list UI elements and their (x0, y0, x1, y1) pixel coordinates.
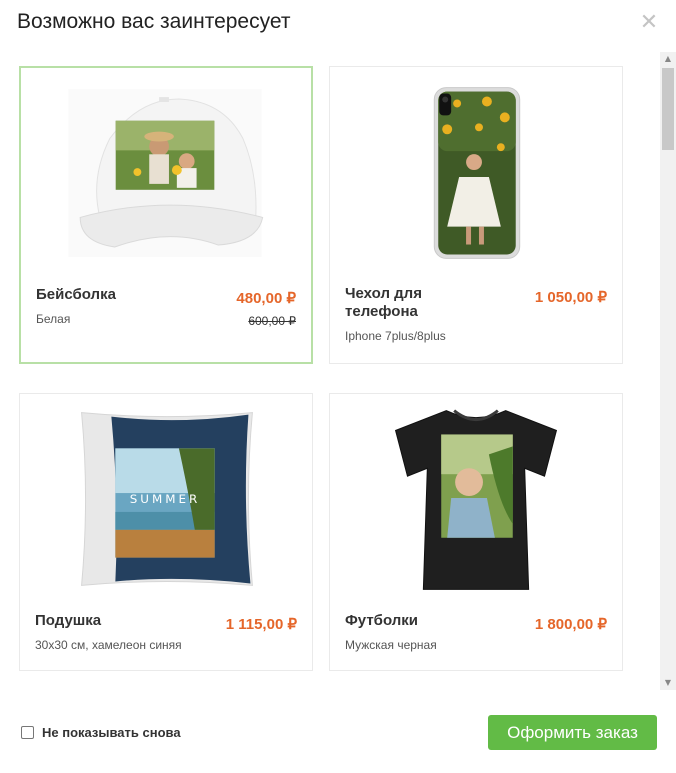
product-card-pillow[interactable]: SUMMER Подушка 30х30 см, хамелеон синяя … (19, 393, 313, 671)
product-variant: Белая (36, 312, 71, 326)
product-old-price: 600,00 ₽ (248, 314, 296, 328)
phone-case-photo-image (433, 87, 521, 259)
product-name: Чехол для телефона (345, 285, 422, 320)
dont-show-again-option[interactable]: Не показывать снова (21, 725, 181, 740)
modal-title: Возможно вас заинтересует (17, 10, 291, 33)
close-icon[interactable]: ✕ (638, 12, 660, 34)
product-name: Футболки (345, 612, 418, 629)
product-variant: Iphone 7plus/8plus (345, 329, 446, 343)
dont-show-again-checkbox[interactable] (21, 726, 34, 739)
product-card-cap[interactable]: Бейсболка Белая 480,00 ₽ 600,00 ₽ (19, 66, 313, 364)
dont-show-again-label: Не показывать снова (42, 725, 181, 740)
product-variant: Мужская черная (345, 638, 437, 652)
product-name: Подушка (35, 612, 102, 629)
vertical-scrollbar[interactable]: ▲ ▼ (660, 52, 676, 690)
product-price: 1 800,00 ₽ (534, 616, 607, 633)
product-price: 1 050,00 ₽ (534, 289, 607, 306)
product-price: 480,00 ₽ (236, 290, 296, 307)
tshirt-photo-image (394, 409, 558, 590)
pillow-photo-image: SUMMER (81, 412, 253, 586)
product-card-tshirt[interactable]: Футболки Мужская черная 1 800,00 ₽ (329, 393, 623, 671)
pillow-summer-text: SUMMER (130, 492, 200, 506)
scroll-down-arrow-icon[interactable]: ▼ (660, 676, 676, 690)
cap-photo-image (68, 89, 264, 257)
product-price: 1 115,00 ₽ (225, 616, 297, 633)
checkout-button[interactable]: Оформить заказ (488, 715, 657, 750)
scrollbar-thumb[interactable] (662, 68, 674, 150)
product-variant: 30х30 см, хамелеон синяя (35, 638, 182, 652)
product-card-phone-case[interactable]: Чехол для телефона Iphone 7plus/8plus 1 … (329, 66, 623, 364)
products-grid: Бейсболка Белая 480,00 ₽ 600,00 ₽ Чехол … (0, 52, 676, 690)
scroll-up-arrow-icon[interactable]: ▲ (660, 52, 676, 66)
product-name: Бейсболка (36, 286, 116, 303)
